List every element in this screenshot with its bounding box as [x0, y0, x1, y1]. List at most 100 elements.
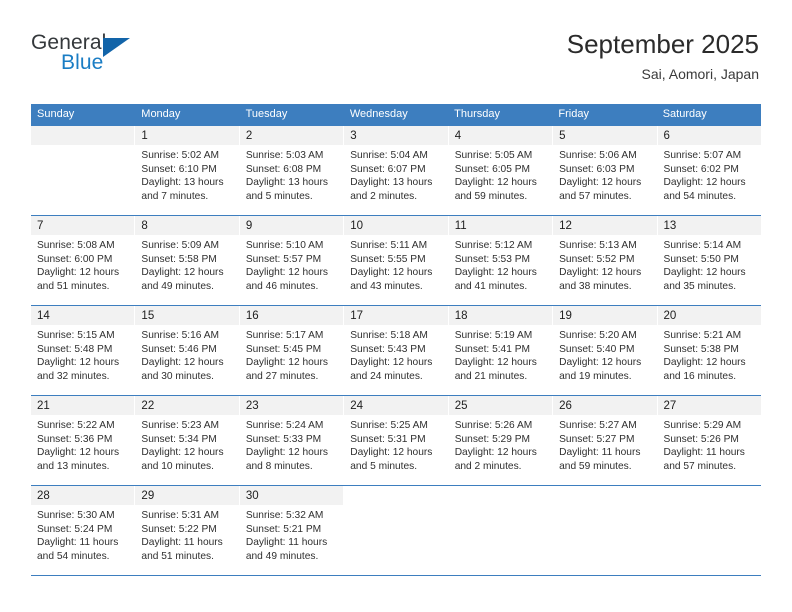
day-cell[interactable]: 7 Sunrise: 5:08 AM Sunset: 6:00 PM Dayli… — [31, 216, 136, 305]
day-cell[interactable]: 21 Sunrise: 5:22 AM Sunset: 5:36 PM Dayl… — [31, 396, 136, 485]
day-cell[interactable]: 29 Sunrise: 5:31 AM Sunset: 5:22 PM Dayl… — [135, 486, 240, 575]
day-cell[interactable]: 17 Sunrise: 5:18 AM Sunset: 5:43 PM Dayl… — [344, 306, 449, 395]
day-number-band: 9 — [239, 216, 344, 235]
day-number: 4 — [454, 130, 462, 142]
day-cell[interactable] — [344, 486, 449, 575]
day-cell[interactable]: 10 Sunrise: 5:11 AM Sunset: 5:55 PM Dayl… — [344, 216, 449, 305]
day-cell[interactable]: 15 Sunrise: 5:16 AM Sunset: 5:46 PM Dayl… — [135, 306, 240, 395]
sunrise-text: Sunrise: 5:17 AM — [245, 330, 324, 341]
day-number-band: 28 — [31, 486, 135, 505]
daylight-text-line2: and 8 minutes. — [245, 460, 313, 472]
day-number: 28 — [37, 490, 50, 502]
day-info: Sunrise: 5:23 AM Sunset: 5:34 PM Dayligh… — [135, 415, 238, 473]
daylight-text-line2: and 51 minutes. — [141, 550, 214, 562]
sunrise-text: Sunrise: 5:25 AM — [350, 420, 428, 431]
day-number: 30 — [245, 490, 259, 502]
day-cell[interactable]: 20 Sunrise: 5:21 AM Sunset: 5:38 PM Dayl… — [657, 306, 761, 395]
day-number: 23 — [245, 400, 259, 412]
daylight-text-line1: Daylight: 13 hours — [245, 177, 328, 189]
day-cell[interactable]: 19 Sunrise: 5:20 AM Sunset: 5:40 PM Dayl… — [553, 306, 658, 395]
daylight-text-line2: and 13 minutes. — [37, 460, 110, 472]
day-cell[interactable] — [553, 486, 658, 575]
day-cell[interactable]: 18 Sunrise: 5:19 AM Sunset: 5:41 PM Dayl… — [448, 306, 554, 395]
weekday-header-thursday: Thursday — [454, 108, 500, 120]
day-info: Sunrise: 5:22 AM Sunset: 5:36 PM Dayligh… — [31, 415, 134, 473]
day-number: 2 — [245, 130, 253, 142]
sunset-text: Sunset: 5:52 PM — [559, 253, 635, 265]
day-number-band: 12 — [553, 216, 657, 235]
day-cell[interactable]: 11 Sunrise: 5:12 AM Sunset: 5:53 PM Dayl… — [448, 216, 554, 305]
sunset-text: Sunset: 5:48 PM — [37, 343, 113, 355]
day-cell[interactable] — [31, 126, 136, 215]
day-number-band: 6 — [657, 126, 761, 145]
daylight-text-line2: and 59 minutes. — [454, 190, 528, 202]
day-number: 1 — [141, 130, 148, 142]
day-cell[interactable]: 23 Sunrise: 5:24 AM Sunset: 5:33 PM Dayl… — [239, 396, 345, 485]
sunset-text: Sunset: 5:43 PM — [350, 343, 426, 355]
weekday-header-friday: Friday — [558, 108, 589, 120]
day-cell[interactable]: 24 Sunrise: 5:25 AM Sunset: 5:31 PM Dayl… — [344, 396, 449, 485]
week-row: 1 Sunrise: 5:02 AM Sunset: 6:10 PM Dayli… — [31, 125, 761, 215]
day-cell[interactable]: 26 Sunrise: 5:27 AM Sunset: 5:27 PM Dayl… — [553, 396, 658, 485]
sunset-text: Sunset: 5:46 PM — [141, 343, 217, 355]
day-cell[interactable]: 2 Sunrise: 5:03 AM Sunset: 6:08 PM Dayli… — [239, 126, 345, 215]
daylight-text-line1: Daylight: 12 hours — [454, 177, 537, 189]
sunrise-text: Sunrise: 5:22 AM — [37, 420, 115, 431]
day-info: Sunrise: 5:21 AM Sunset: 5:38 PM Dayligh… — [658, 325, 761, 383]
day-cell[interactable]: 30 Sunrise: 5:32 AM Sunset: 5:21 PM Dayl… — [239, 486, 345, 575]
day-cell[interactable]: 25 Sunrise: 5:26 AM Sunset: 5:29 PM Dayl… — [448, 396, 554, 485]
sunset-text: Sunset: 5:36 PM — [37, 433, 113, 445]
day-number-band — [657, 486, 761, 505]
daylight-text-line1: Daylight: 12 hours — [454, 357, 537, 369]
daylight-text-line2: and 54 minutes. — [663, 190, 737, 202]
day-cell[interactable]: 8 Sunrise: 5:09 AM Sunset: 5:58 PM Dayli… — [135, 216, 240, 305]
daylight-text-line2: and 43 minutes. — [350, 280, 423, 292]
day-number: 7 — [37, 220, 44, 232]
daylight-text-line2: and 30 minutes. — [141, 370, 214, 382]
sunrise-text: Sunrise: 5:05 AM — [454, 150, 533, 161]
day-cell[interactable]: 22 Sunrise: 5:23 AM Sunset: 5:34 PM Dayl… — [135, 396, 240, 485]
daylight-text-line1: Daylight: 13 hours — [350, 177, 433, 189]
day-cell[interactable]: 27 Sunrise: 5:29 AM Sunset: 5:26 PM Dayl… — [657, 396, 761, 485]
daylight-text-line1: Daylight: 13 hours — [141, 177, 224, 189]
day-cell[interactable]: 5 Sunrise: 5:06 AM Sunset: 6:03 PM Dayli… — [553, 126, 658, 215]
day-number: 16 — [245, 310, 259, 322]
day-cell[interactable]: 3 Sunrise: 5:04 AM Sunset: 6:07 PM Dayli… — [344, 126, 449, 215]
day-cell[interactable]: 28 Sunrise: 5:30 AM Sunset: 5:24 PM Dayl… — [31, 486, 136, 575]
day-cell[interactable]: 14 Sunrise: 5:15 AM Sunset: 5:48 PM Dayl… — [31, 306, 136, 395]
day-info — [31, 145, 134, 149]
daylight-text-line2: and 54 minutes. — [37, 550, 110, 562]
day-cell[interactable]: 6 Sunrise: 5:07 AM Sunset: 6:02 PM Dayli… — [657, 126, 761, 215]
sunset-text: Sunset: 6:08 PM — [245, 163, 322, 175]
day-number: 22 — [141, 400, 155, 412]
day-number-band — [553, 486, 657, 505]
day-cell[interactable]: 1 Sunrise: 5:02 AM Sunset: 6:10 PM Dayli… — [135, 126, 240, 215]
weekday-header-row: Sunday Monday Tuesday Wednesday Thursday… — [31, 104, 761, 125]
day-number: 24 — [350, 400, 364, 412]
day-cell[interactable]: 13 Sunrise: 5:14 AM Sunset: 5:50 PM Dayl… — [657, 216, 761, 305]
day-number: 21 — [37, 400, 50, 412]
daylight-text-line1: Daylight: 11 hours — [37, 537, 119, 549]
day-number-band: 21 — [31, 396, 135, 415]
day-number: 27 — [663, 400, 677, 412]
sunset-text: Sunset: 5:41 PM — [454, 343, 531, 355]
daylight-text-line2: and 49 minutes. — [245, 550, 319, 562]
grid-bottom-border — [31, 575, 761, 576]
daylight-text-line1: Daylight: 12 hours — [350, 357, 433, 369]
generalblue-logo[interactable]: General Blue — [31, 32, 211, 82]
day-number-band: 3 — [344, 126, 448, 145]
sunrise-text: Sunrise: 5:21 AM — [663, 330, 742, 341]
day-info: Sunrise: 5:15 AM Sunset: 5:48 PM Dayligh… — [31, 325, 134, 383]
day-cell[interactable]: 16 Sunrise: 5:17 AM Sunset: 5:45 PM Dayl… — [239, 306, 345, 395]
page-subtitle: Sai, Aomori, Japan — [641, 66, 759, 82]
day-cell[interactable] — [657, 486, 761, 575]
day-cell[interactable]: 9 Sunrise: 5:10 AM Sunset: 5:57 PM Dayli… — [239, 216, 345, 305]
day-number-band: 22 — [135, 396, 239, 415]
weekday-header-sunday: Sunday — [37, 108, 75, 120]
day-cell[interactable]: 4 Sunrise: 5:05 AM Sunset: 6:05 PM Dayli… — [448, 126, 554, 215]
day-cell[interactable]: 12 Sunrise: 5:13 AM Sunset: 5:52 PM Dayl… — [553, 216, 658, 305]
sunset-text: Sunset: 5:34 PM — [141, 433, 217, 445]
sunrise-text: Sunrise: 5:12 AM — [454, 240, 533, 251]
week-row: 14 Sunrise: 5:15 AM Sunset: 5:48 PM Dayl… — [31, 305, 761, 395]
day-cell[interactable] — [448, 486, 554, 575]
